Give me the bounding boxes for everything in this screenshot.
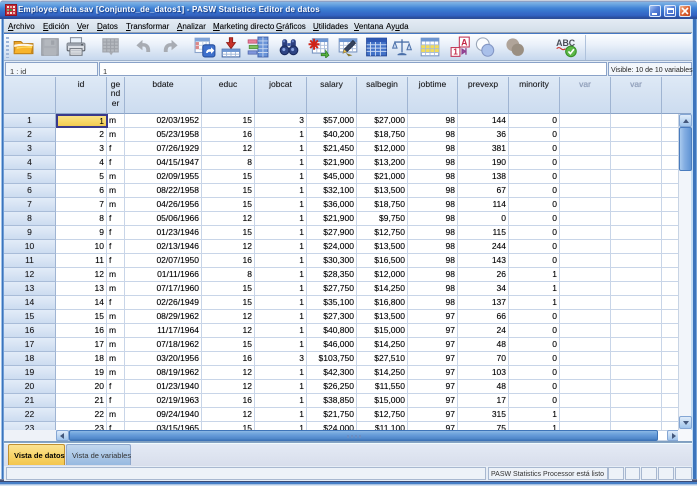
svg-text:A: A xyxy=(461,37,468,47)
svg-text:1: 1 xyxy=(453,48,458,57)
